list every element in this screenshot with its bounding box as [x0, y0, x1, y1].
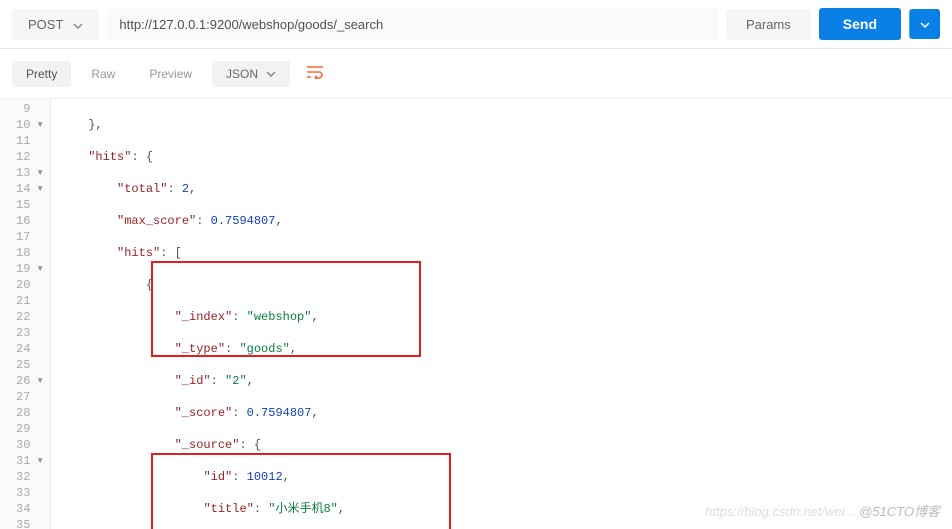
line-number: 27 — [16, 389, 42, 405]
line-number: 23 — [16, 325, 42, 341]
tab-preview[interactable]: Preview — [135, 61, 206, 87]
line-number: 33 — [16, 485, 42, 501]
line-number: 31▾ — [16, 453, 42, 469]
line-number: 12 — [16, 149, 42, 165]
code-content[interactable]: }, "hits": { "total": 2, "max_score": 0.… — [51, 99, 470, 529]
line-number: 25 — [16, 357, 42, 373]
line-number: 28 — [16, 405, 42, 421]
format-label: JSON — [226, 67, 258, 81]
line-number: 22 — [16, 309, 42, 325]
line-number: 16 — [16, 213, 42, 229]
line-number: 17 — [16, 229, 42, 245]
line-number: 20 — [16, 277, 42, 293]
line-number: 24 — [16, 341, 42, 357]
watermark: https://blog.csdn.net/wei... @51CTO博客 — [705, 501, 940, 520]
send-dropdown-button[interactable] — [909, 9, 940, 39]
url-input[interactable] — [107, 9, 718, 40]
line-number: 11 — [16, 133, 42, 149]
line-number: 14▾ — [16, 181, 42, 197]
line-number: 26▾ — [16, 373, 42, 389]
line-number: 34 — [16, 501, 42, 517]
line-gutter: 9 10▾11 12 13▾14▾15 16 17 18 19▾20 21 22… — [0, 99, 51, 529]
line-number: 32 — [16, 469, 42, 485]
line-number: 21 — [16, 293, 42, 309]
http-method-label: POST — [28, 17, 63, 32]
wrap-icon — [306, 65, 324, 79]
http-method-dropdown[interactable]: POST — [12, 9, 99, 40]
line-number: 35 — [16, 517, 42, 529]
line-number: 19▾ — [16, 261, 42, 277]
tab-raw[interactable]: Raw — [77, 61, 129, 87]
response-tabs: Pretty Raw Preview JSON — [0, 49, 952, 99]
line-number: 15 — [16, 197, 42, 213]
wrap-lines-button[interactable] — [296, 59, 334, 88]
chevron-down-icon — [266, 71, 276, 77]
tab-pretty[interactable]: Pretty — [12, 61, 71, 87]
chevron-down-icon — [73, 17, 83, 32]
line-number: 13▾ — [16, 165, 42, 181]
line-number: 10▾ — [16, 117, 42, 133]
send-button[interactable]: Send — [819, 8, 901, 40]
params-button[interactable]: Params — [726, 9, 811, 40]
code-area: 9 10▾11 12 13▾14▾15 16 17 18 19▾20 21 22… — [0, 99, 952, 529]
line-number: 18 — [16, 245, 42, 261]
request-bar: POST Params Send — [0, 0, 952, 49]
line-number: 9 — [16, 101, 42, 117]
format-dropdown[interactable]: JSON — [212, 61, 290, 87]
line-number: 29 — [16, 421, 42, 437]
highlight-box-2 — [151, 453, 451, 529]
line-number: 30 — [16, 437, 42, 453]
